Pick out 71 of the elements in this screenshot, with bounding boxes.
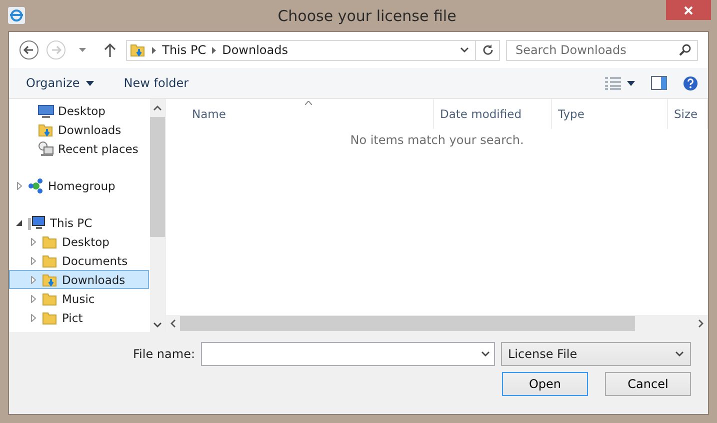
scroll-left-icon[interactable] [170, 319, 176, 328]
collapsed-arrow-icon[interactable] [30, 238, 36, 246]
column-header[interactable]: Type [552, 99, 668, 129]
preview-pane-icon [651, 76, 667, 90]
nav-favorite-item[interactable]: Desktop [9, 101, 149, 120]
folder-icon [42, 310, 58, 326]
scroll-right-icon[interactable] [698, 319, 704, 328]
chevron-down-icon [481, 351, 490, 357]
collapsed-arrow-icon[interactable] [30, 276, 36, 284]
help-button[interactable] [683, 76, 698, 90]
close-button[interactable] [666, 0, 711, 20]
open-button[interactable]: Open [502, 372, 588, 396]
preview-pane-button[interactable] [651, 76, 667, 90]
empty-message: No items match your search. [350, 133, 524, 147]
sort-indicator-icon [305, 101, 312, 105]
monitor-icon [38, 104, 54, 118]
nav-tree-item[interactable]: Music [9, 289, 149, 308]
collapsed-arrow-icon[interactable] [30, 256, 36, 264]
window-title: Choose your license file [278, 6, 456, 24]
search-box[interactable]: Search Downloads [506, 40, 698, 60]
caret-icon [79, 48, 86, 52]
nav-tree-item[interactable]: Pict [9, 308, 149, 327]
nav-favorite-item[interactable]: Recent places [9, 139, 149, 158]
breadcrumb-item[interactable]: This PC [162, 43, 206, 57]
details-view-icon [605, 76, 621, 90]
chevron-down-icon [675, 351, 684, 357]
refresh-button[interactable] [476, 40, 500, 60]
file-type-dropdown[interactable]: License File [501, 342, 691, 366]
up-arrow-icon [104, 43, 116, 57]
refresh-icon [482, 44, 494, 56]
collapsed-arrow-icon[interactable] [30, 314, 36, 322]
view-options-button[interactable] [605, 76, 635, 90]
expanded-arrow-icon[interactable] [16, 220, 22, 226]
back-button[interactable] [19, 39, 40, 61]
cancel-button[interactable]: Cancel [605, 372, 691, 396]
column-header[interactable]: Size [668, 99, 708, 129]
breadcrumb-arrow-icon [212, 46, 216, 54]
caret-icon [627, 80, 635, 86]
breadcrumb-arrow-icon [152, 46, 156, 54]
chevron-down-icon [153, 322, 162, 328]
search-icon [679, 44, 692, 56]
collapsed-arrow-icon[interactable] [16, 182, 22, 190]
nav-tree-item[interactable]: This PC [9, 213, 149, 232]
scroll-up-icon[interactable] [153, 105, 162, 111]
organize-menu-button[interactable]: Organize [26, 76, 94, 90]
nav-favorite-item[interactable]: Downloads [9, 120, 149, 139]
column-header[interactable]: Name [186, 99, 434, 129]
column-header[interactable]: Date modified [434, 99, 552, 129]
file-name-label: File name: [133, 347, 195, 361]
nav-tree-item[interactable]: Homegroup [9, 176, 149, 195]
chevron-down-icon [460, 47, 469, 53]
horizontal-scrollbar[interactable] [166, 315, 708, 332]
caret-icon [86, 80, 94, 86]
computer-clock-icon [38, 140, 54, 156]
app-icon [8, 7, 25, 24]
address-bar[interactable]: This PC Downloads [126, 40, 476, 60]
breadcrumb-item[interactable]: Downloads [222, 43, 288, 57]
nav-tree-item[interactable]: Documents [9, 251, 149, 270]
computer-icon [28, 214, 46, 230]
download-folder-icon [130, 42, 146, 58]
new-folder-button[interactable]: New folder [124, 76, 189, 90]
download-folder-icon [42, 272, 58, 288]
download-folder-icon [38, 122, 54, 138]
folder-icon [42, 234, 58, 250]
help-icon [683, 76, 698, 90]
collapsed-arrow-icon[interactable] [30, 294, 36, 302]
nav-tree-item[interactable]: Downloads [9, 270, 149, 289]
nav-tree-item[interactable]: Desktop [9, 232, 149, 251]
network-icon [28, 178, 44, 194]
close-icon [684, 6, 693, 14]
vertical-scrollbar[interactable] [150, 99, 165, 332]
